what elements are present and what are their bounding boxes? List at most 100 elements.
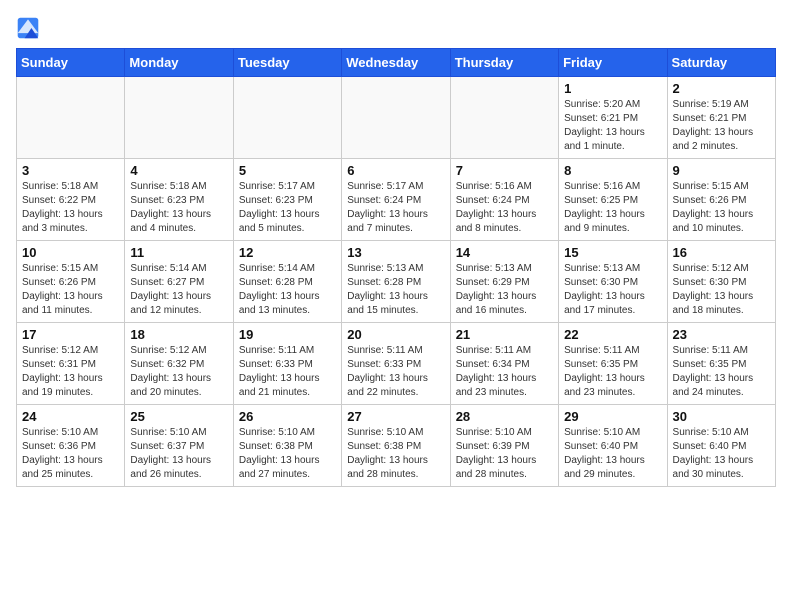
day-info: Sunrise: 5:12 AMSunset: 6:30 PMDaylight:… <box>673 262 770 318</box>
day-info: Sunrise: 5:13 AMSunset: 6:30 PMDaylight:… <box>564 262 661 318</box>
day-number: 27 <box>347 409 444 424</box>
day-number: 19 <box>239 327 336 342</box>
calendar-day-cell: 9 Sunrise: 5:15 AMSunset: 6:26 PMDaylight… <box>667 159 775 241</box>
day-number: 6 <box>347 163 444 178</box>
day-number: 11 <box>130 245 227 260</box>
calendar-day-cell: 2 Sunrise: 5:19 AMSunset: 6:21 PMDaylight… <box>667 77 775 159</box>
day-number: 16 <box>673 245 770 260</box>
calendar-day-cell <box>125 77 233 159</box>
day-info: Sunrise: 5:15 AMSunset: 6:26 PMDaylight:… <box>673 180 770 236</box>
calendar-day-cell: 23 Sunrise: 5:11 AMSunset: 6:35 PMDayligh… <box>667 323 775 405</box>
header <box>16 16 776 40</box>
day-info: Sunrise: 5:12 AMSunset: 6:31 PMDaylight:… <box>22 344 119 400</box>
calendar-day-cell: 17 Sunrise: 5:12 AMSunset: 6:31 PMDayligh… <box>17 323 125 405</box>
day-number: 4 <box>130 163 227 178</box>
day-number: 17 <box>22 327 119 342</box>
day-info: Sunrise: 5:20 AMSunset: 6:21 PMDaylight:… <box>564 98 661 154</box>
calendar-day-cell: 7 Sunrise: 5:16 AMSunset: 6:24 PMDaylight… <box>450 159 558 241</box>
day-number: 12 <box>239 245 336 260</box>
day-info: Sunrise: 5:10 AMSunset: 6:40 PMDaylight:… <box>564 426 661 482</box>
calendar-day-cell: 1 Sunrise: 5:20 AMSunset: 6:21 PMDaylight… <box>559 77 667 159</box>
day-number: 20 <box>347 327 444 342</box>
day-info: Sunrise: 5:13 AMSunset: 6:29 PMDaylight:… <box>456 262 553 318</box>
day-info: Sunrise: 5:10 AMSunset: 6:40 PMDaylight:… <box>673 426 770 482</box>
calendar-day-cell <box>342 77 450 159</box>
calendar-day-cell: 24 Sunrise: 5:10 AMSunset: 6:36 PMDayligh… <box>17 405 125 487</box>
day-number: 7 <box>456 163 553 178</box>
day-number: 22 <box>564 327 661 342</box>
day-info: Sunrise: 5:10 AMSunset: 6:36 PMDaylight:… <box>22 426 119 482</box>
day-number: 23 <box>673 327 770 342</box>
weekday-header: Saturday <box>667 49 775 77</box>
calendar-day-cell: 28Sunrise: 5:10 AMSunset: 6:39 PMDayligh… <box>450 405 558 487</box>
logo <box>16 16 44 40</box>
calendar-week-row: 1 Sunrise: 5:20 AMSunset: 6:21 PMDaylight… <box>17 77 776 159</box>
day-info: Sunrise: 5:10 AMSunset: 6:38 PMDaylight:… <box>239 426 336 482</box>
calendar-day-cell: 19 Sunrise: 5:11 AMSunset: 6:33 PMDayligh… <box>233 323 341 405</box>
day-info: Sunrise: 5:11 AMSunset: 6:35 PMDaylight:… <box>673 344 770 400</box>
day-number: 2 <box>673 81 770 96</box>
day-number: 25 <box>130 409 227 424</box>
calendar-week-row: 10Sunrise: 5:15 AMSunset: 6:26 PMDayligh… <box>17 241 776 323</box>
calendar-day-cell <box>17 77 125 159</box>
calendar-day-cell: 16 Sunrise: 5:12 AMSunset: 6:30 PMDayligh… <box>667 241 775 323</box>
calendar-day-cell: 5Sunrise: 5:17 AMSunset: 6:23 PMDaylight… <box>233 159 341 241</box>
calendar-day-cell: 15Sunrise: 5:13 AMSunset: 6:30 PMDayligh… <box>559 241 667 323</box>
weekday-header: Sunday <box>17 49 125 77</box>
day-info: Sunrise: 5:12 AMSunset: 6:32 PMDaylight:… <box>130 344 227 400</box>
logo-icon <box>16 16 40 40</box>
day-info: Sunrise: 5:18 AMSunset: 6:22 PMDaylight:… <box>22 180 119 236</box>
calendar-day-cell: 10Sunrise: 5:15 AMSunset: 6:26 PMDayligh… <box>17 241 125 323</box>
day-number: 1 <box>564 81 661 96</box>
day-number: 29 <box>564 409 661 424</box>
day-info: Sunrise: 5:11 AMSunset: 6:33 PMDaylight:… <box>239 344 336 400</box>
calendar-day-cell: 22 Sunrise: 5:11 AMSunset: 6:35 PMDayligh… <box>559 323 667 405</box>
day-number: 14 <box>456 245 553 260</box>
calendar-day-cell <box>450 77 558 159</box>
day-number: 18 <box>130 327 227 342</box>
calendar-week-row: 17 Sunrise: 5:12 AMSunset: 6:31 PMDayligh… <box>17 323 776 405</box>
weekday-header: Tuesday <box>233 49 341 77</box>
calendar-header-row: SundayMondayTuesdayWednesdayThursdayFrid… <box>17 49 776 77</box>
day-info: Sunrise: 5:16 AMSunset: 6:24 PMDaylight:… <box>456 180 553 236</box>
calendar-week-row: 3Sunrise: 5:18 AMSunset: 6:22 PMDaylight… <box>17 159 776 241</box>
day-info: Sunrise: 5:14 AMSunset: 6:28 PMDaylight:… <box>239 262 336 318</box>
weekday-header: Thursday <box>450 49 558 77</box>
calendar-day-cell: 3Sunrise: 5:18 AMSunset: 6:22 PMDaylight… <box>17 159 125 241</box>
calendar-day-cell: 26 Sunrise: 5:10 AMSunset: 6:38 PMDayligh… <box>233 405 341 487</box>
day-info: Sunrise: 5:14 AMSunset: 6:27 PMDaylight:… <box>130 262 227 318</box>
day-info: Sunrise: 5:11 AMSunset: 6:33 PMDaylight:… <box>347 344 444 400</box>
day-number: 5 <box>239 163 336 178</box>
day-number: 9 <box>673 163 770 178</box>
calendar-day-cell: 29 Sunrise: 5:10 AMSunset: 6:40 PMDayligh… <box>559 405 667 487</box>
day-info: Sunrise: 5:19 AMSunset: 6:21 PMDaylight:… <box>673 98 770 154</box>
calendar-day-cell: 11 Sunrise: 5:14 AMSunset: 6:27 PMDayligh… <box>125 241 233 323</box>
day-info: Sunrise: 5:10 AMSunset: 6:38 PMDaylight:… <box>347 426 444 482</box>
day-info: Sunrise: 5:11 AMSunset: 6:35 PMDaylight:… <box>564 344 661 400</box>
day-number: 24 <box>22 409 119 424</box>
day-number: 30 <box>673 409 770 424</box>
calendar-day-cell: 18 Sunrise: 5:12 AMSunset: 6:32 PMDayligh… <box>125 323 233 405</box>
calendar-day-cell: 6Sunrise: 5:17 AMSunset: 6:24 PMDaylight… <box>342 159 450 241</box>
day-info: Sunrise: 5:18 AMSunset: 6:23 PMDaylight:… <box>130 180 227 236</box>
weekday-header: Wednesday <box>342 49 450 77</box>
calendar-week-row: 24 Sunrise: 5:10 AMSunset: 6:36 PMDayligh… <box>17 405 776 487</box>
calendar-day-cell: 25Sunrise: 5:10 AMSunset: 6:37 PMDayligh… <box>125 405 233 487</box>
day-number: 21 <box>456 327 553 342</box>
calendar-day-cell: 13 Sunrise: 5:13 AMSunset: 6:28 PMDayligh… <box>342 241 450 323</box>
day-info: Sunrise: 5:11 AMSunset: 6:34 PMDaylight:… <box>456 344 553 400</box>
calendar-day-cell: 4 Sunrise: 5:18 AMSunset: 6:23 PMDaylight… <box>125 159 233 241</box>
calendar-day-cell: 30 Sunrise: 5:10 AMSunset: 6:40 PMDayligh… <box>667 405 775 487</box>
calendar-day-cell <box>233 77 341 159</box>
calendar-day-cell: 20 Sunrise: 5:11 AMSunset: 6:33 PMDayligh… <box>342 323 450 405</box>
weekday-header: Monday <box>125 49 233 77</box>
day-number: 13 <box>347 245 444 260</box>
day-info: Sunrise: 5:16 AMSunset: 6:25 PMDaylight:… <box>564 180 661 236</box>
day-number: 26 <box>239 409 336 424</box>
calendar-day-cell: 8Sunrise: 5:16 AMSunset: 6:25 PMDaylight… <box>559 159 667 241</box>
day-info: Sunrise: 5:10 AMSunset: 6:39 PMDaylight:… <box>456 426 553 482</box>
calendar-day-cell: 27 Sunrise: 5:10 AMSunset: 6:38 PMDayligh… <box>342 405 450 487</box>
calendar-table: SundayMondayTuesdayWednesdayThursdayFrid… <box>16 48 776 487</box>
calendar-day-cell: 14 Sunrise: 5:13 AMSunset: 6:29 PMDayligh… <box>450 241 558 323</box>
day-info: Sunrise: 5:13 AMSunset: 6:28 PMDaylight:… <box>347 262 444 318</box>
